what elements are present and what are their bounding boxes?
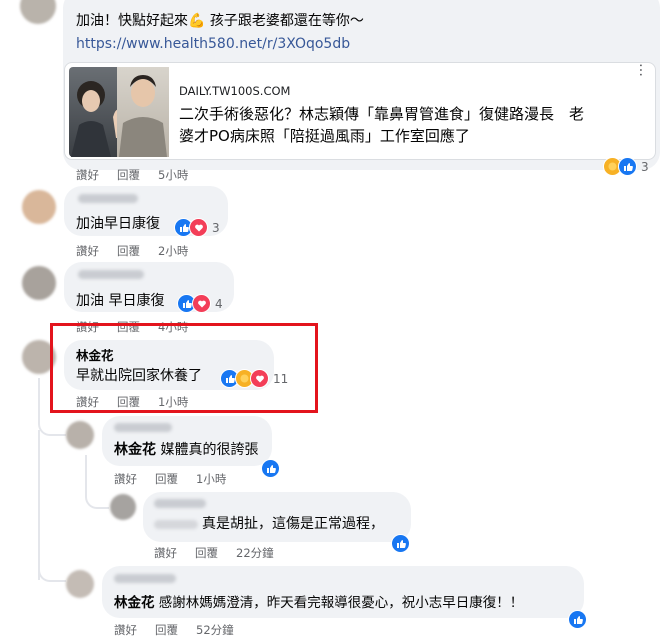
link-preview-card[interactable]: DAILY.TW100S.COM 二次手術後惡化？林志穎傳「靠鼻胃管進食」復健路…	[64, 62, 656, 160]
comment-actions: 讚好 回覆 1小時	[114, 471, 226, 487]
comment-actions: 讚好 回覆 1小時	[76, 394, 188, 410]
mention-link[interactable]: 林金花	[114, 595, 155, 611]
avatar[interactable]	[22, 266, 56, 300]
author-name-blurred[interactable]	[114, 423, 172, 432]
like-reaction-icon	[391, 534, 410, 553]
reply-text: 林金花 感謝林媽媽澄清，昨天看完報導很憂心，祝小志早日康復！！	[114, 594, 523, 612]
reaction-summary[interactable]: 3	[603, 157, 649, 176]
like-reaction-icon	[568, 610, 587, 629]
author-name-blurred[interactable]	[78, 194, 138, 203]
timestamp[interactable]: 2小時	[158, 244, 188, 258]
preview-title[interactable]: 二次手術後惡化？林志穎傳「靠鼻胃管進食」復健路漫長 老	[179, 105, 584, 123]
timestamp[interactable]: 1小時	[158, 395, 188, 409]
avatar[interactable]	[20, 0, 56, 24]
comment-actions: 讚好 回覆 22分鐘	[154, 545, 274, 561]
reply-button[interactable]: 回覆	[117, 244, 140, 258]
more-options-icon[interactable]: …	[635, 63, 653, 77]
like-button[interactable]: 讚好	[76, 244, 99, 258]
love-reaction-icon	[189, 218, 208, 237]
comment-text: 加油！快點好起來💪 孩子跟老婆都還在等你～	[76, 13, 364, 29]
avatar[interactable]	[66, 421, 94, 449]
reply-button[interactable]: 回覆	[117, 168, 140, 182]
preview-image-2	[117, 67, 169, 157]
preview-domain: DAILY.TW100S.COM	[179, 84, 291, 98]
mention-link[interactable]: 林金花	[114, 442, 156, 458]
avatar[interactable]	[110, 494, 136, 520]
comment-text: 加油早日康復	[76, 216, 160, 232]
reaction-summary[interactable]	[261, 459, 280, 478]
preview-title-line2[interactable]: 婆才PO病床照「陪挺過風雨」工作室回應了	[179, 127, 470, 145]
reaction-summary[interactable]: 4	[177, 294, 223, 313]
comment-actions: 讚好 回覆 5小時	[76, 167, 188, 183]
like-reaction-icon	[261, 459, 280, 478]
reply-text: 林金花 媒體真的很誇張	[114, 441, 258, 459]
love-reaction-icon	[192, 294, 211, 313]
reply-button[interactable]: 回覆	[155, 623, 178, 637]
comment-text: 早就出院回家休養了	[76, 368, 202, 384]
reply-thread-line	[85, 455, 109, 509]
reply-button[interactable]: 回覆	[155, 472, 178, 486]
reaction-count: 11	[273, 371, 289, 386]
author-name-blurred[interactable]	[154, 499, 206, 508]
reaction-count: 3	[212, 220, 220, 235]
reply-thread-line	[38, 378, 66, 436]
avatar[interactable]	[22, 190, 56, 224]
reaction-summary[interactable]	[568, 610, 587, 629]
author-name-blurred[interactable]	[78, 270, 144, 279]
love-reaction-icon	[250, 369, 269, 388]
reply-button[interactable]: 回覆	[117, 395, 140, 409]
author-name-blurred[interactable]	[114, 574, 176, 583]
reaction-count: 4	[215, 296, 223, 311]
mention-blurred[interactable]	[154, 520, 198, 529]
timestamp[interactable]: 22分鐘	[236, 546, 274, 560]
like-button[interactable]: 讚好	[114, 623, 137, 637]
timestamp[interactable]: 1小時	[196, 472, 226, 486]
like-button[interactable]: 讚好	[154, 546, 177, 560]
reply-button[interactable]: 回覆	[195, 546, 218, 560]
reaction-summary[interactable]	[391, 534, 410, 553]
reply-body: 媒體真的很誇張	[156, 442, 259, 458]
author-name[interactable]: 林金花	[76, 347, 114, 365]
comment-link[interactable]: https://www.health580.net/r/3XOqo5db	[76, 35, 350, 53]
timestamp[interactable]: 52分鐘	[196, 623, 234, 637]
like-button[interactable]: 讚好	[76, 168, 99, 182]
reply-thread-line	[38, 540, 66, 582]
avatar[interactable]	[66, 570, 94, 598]
reaction-summary[interactable]: 3	[174, 218, 220, 237]
comment-text: 加油 早日康復	[76, 293, 165, 309]
reaction-summary[interactable]: 11	[220, 369, 288, 388]
like-button[interactable]: 讚好	[114, 472, 137, 486]
like-button[interactable]: 讚好	[76, 395, 99, 409]
reaction-count: 3	[641, 159, 649, 174]
comment-actions: 讚好 回覆 2小時	[76, 243, 188, 259]
like-reaction-icon	[618, 157, 637, 176]
reply-body: 感謝林媽媽澄清，昨天看完報導很憂心，祝小志早日康復！！	[154, 595, 524, 611]
timestamp[interactable]: 5小時	[158, 168, 188, 182]
reply-text: 真是胡扯，這傷是正常過程，	[202, 516, 384, 532]
comment-actions: 讚好 回覆 52分鐘	[114, 622, 234, 638]
